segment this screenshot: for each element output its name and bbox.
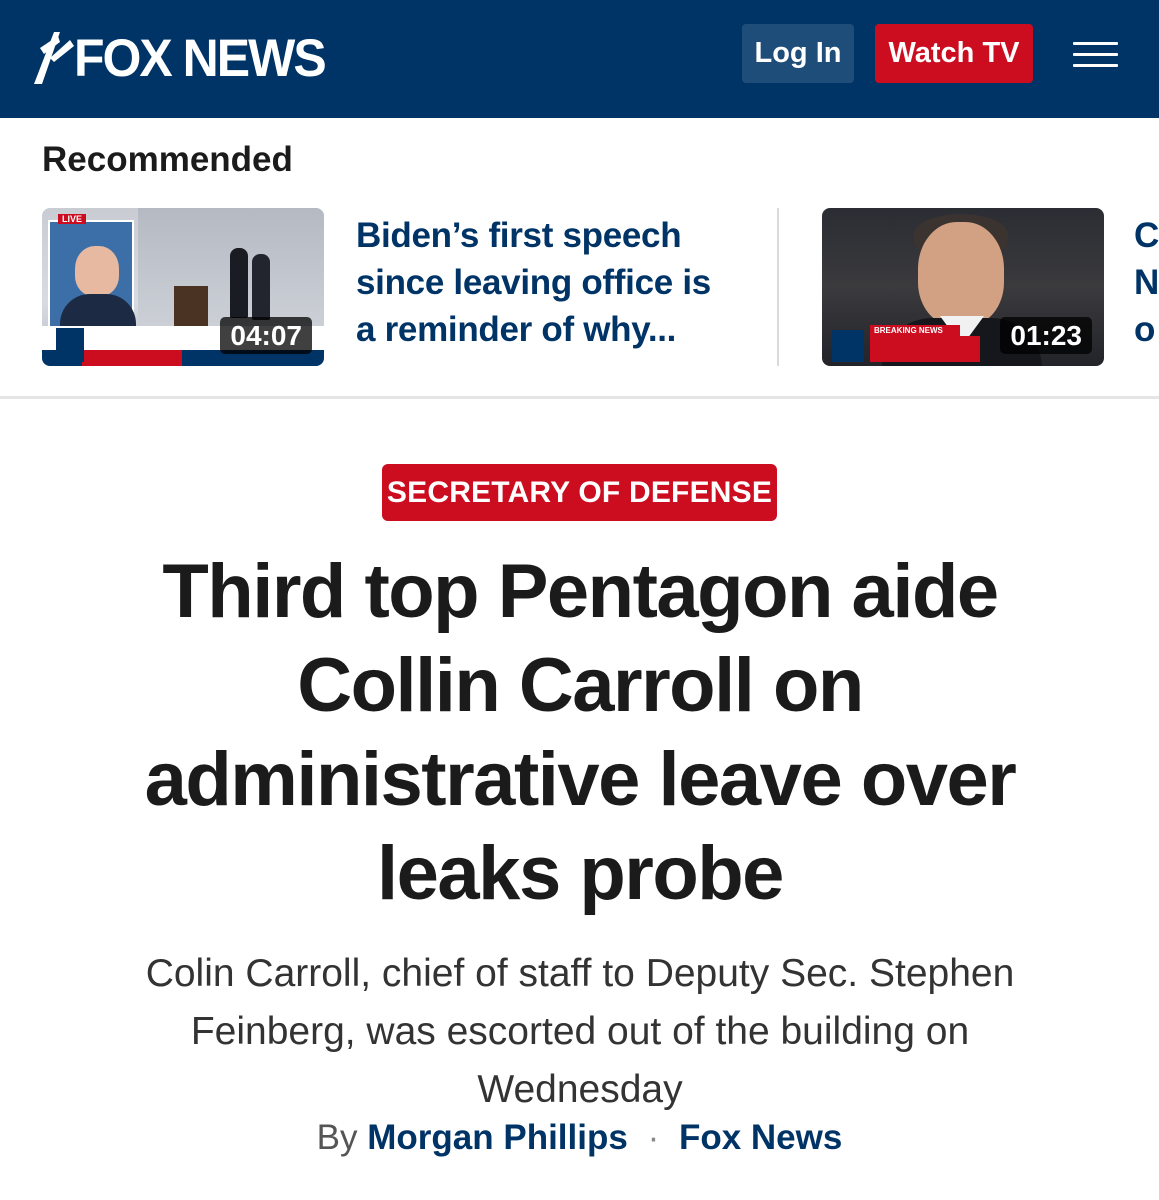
recommended-item-1[interactable]: LIVE 04:07 Biden’s first speech since le… [42,208,742,366]
headline-line: Third top Pentagon aide [162,549,999,634]
video-thumbnail[interactable]: LIVE 04:07 [42,208,324,366]
byline-separator: · [647,1118,660,1157]
fox-news-small-logo-icon [832,330,864,362]
article-subheadline: Colin Carroll, chief of staff to Deputy … [100,945,1060,1119]
thumbnail-figure [252,254,270,320]
video-duration: 01:23 [1000,316,1092,354]
headline-line: Biden’s first speech [356,216,682,255]
fox-news-logo[interactable]: FOX NEWS [30,26,327,90]
recommended-divider [777,208,779,366]
breaking-news-bar [870,336,980,362]
breaking-news-label: BREAKING NEWS [870,325,960,336]
section-divider [0,396,1159,399]
recommended-headline[interactable]: C N o [1134,212,1159,353]
headline-line: administrative leave over [144,737,1017,822]
thumbnail-figure [230,248,248,318]
login-button[interactable]: Log In [742,24,854,83]
breaking-news-text: BREAKING NEWS [874,326,943,335]
fox-logo-mark-icon [30,26,74,90]
recommended-item-2[interactable]: BREAKING NEWS 01:23 C N o [822,208,1159,366]
dek-line: Wednesday [477,1068,683,1111]
headline-line: leaks probe [377,831,784,916]
video-duration: 04:07 [220,316,312,354]
headline-line: C [1134,216,1159,255]
headline-line: Collin Carroll on [297,643,864,728]
thumbnail-inset [48,220,136,342]
headline-line: N [1134,263,1159,302]
logo-wordmark: FOX NEWS [74,28,327,88]
category-badge[interactable]: SECRETARY OF DEFENSE [382,464,777,521]
fox-news-small-logo-icon [56,328,84,362]
article-byline: By Morgan Phillips · Fox News [0,1118,1159,1158]
thumbnail-person-face [918,222,1004,326]
article-headline: Third top Pentagon aide Collin Carroll o… [60,545,1100,921]
dek-line: Colin Carroll, chief of staff to Deputy … [145,952,1015,995]
site-header: FOX NEWS Log In Watch TV [0,0,1159,118]
thumbnail-alert-bar [82,350,182,366]
live-badge: LIVE [58,214,87,224]
thumbnail-person-head [75,246,119,296]
watch-tv-button[interactable]: Watch TV [875,24,1033,83]
source-link[interactable]: Fox News [679,1118,842,1157]
recommended-headline[interactable]: Biden’s first speech since leaving offic… [356,212,736,353]
author-link[interactable]: Morgan Phillips [367,1118,628,1157]
byline-prefix: By [316,1118,358,1157]
hamburger-menu-icon[interactable] [1073,42,1118,68]
recommended-heading: Recommended [42,140,293,179]
video-thumbnail[interactable]: BREAKING NEWS 01:23 [822,208,1104,366]
headline-line: a reminder of why... [356,310,677,349]
dek-line: Feinberg, was escorted out of the buildi… [190,1010,970,1053]
headline-line: since leaving office is [356,263,711,302]
headline-line: o [1134,310,1156,349]
